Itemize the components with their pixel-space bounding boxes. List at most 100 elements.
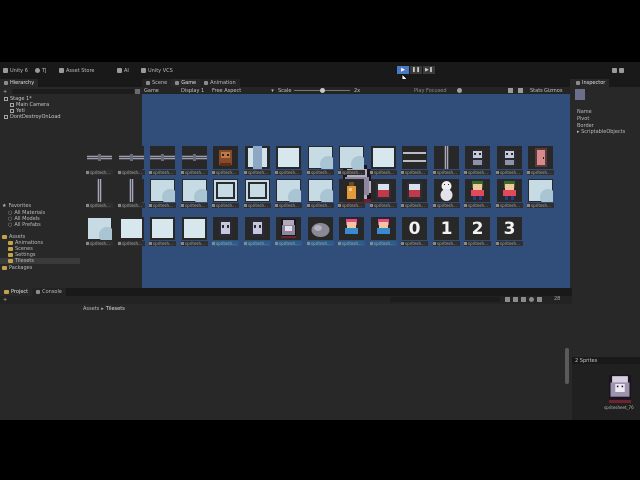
label-icon[interactable] [513, 297, 518, 302]
breadcrumb-tilesets[interactable]: Tilesets [106, 306, 125, 312]
scale-slider-handle[interactable] [320, 88, 325, 93]
sprite-icon [181, 204, 184, 207]
tab-console[interactable]: Console [32, 288, 66, 296]
asset-item[interactable]: spritesh... [338, 179, 365, 210]
asset-item[interactable]: spritesh... [275, 217, 302, 248]
tab-game[interactable]: Game [171, 79, 201, 87]
display-dropdown[interactable]: Display 1 [181, 88, 204, 94]
mode-dropdown[interactable]: Game [144, 88, 159, 94]
asset-item[interactable]: 0 spritesh... [401, 217, 428, 248]
asset-item[interactable]: spritesh... [527, 146, 554, 177]
tab-project[interactable]: Project [0, 288, 33, 296]
asset-item[interactable]: spritesh... [86, 217, 113, 248]
scriptable-objects-foldout[interactable]: ▸ ScriptableObjects [577, 129, 637, 135]
asset-item[interactable]: spritesh... [496, 146, 523, 177]
asset-grid-scrollbar[interactable] [565, 348, 569, 384]
tree-item[interactable]: ★ Favorites [0, 203, 80, 209]
asset-item[interactable]: spritesh... [149, 217, 176, 248]
asset-item[interactable]: spritesh... [307, 146, 334, 177]
gizmos-dropdown[interactable]: Gizmos [544, 88, 562, 94]
asset-item[interactable]: spritesh... [244, 179, 271, 210]
hierarchy-item[interactable]: DontDestroyOnLoad [0, 114, 142, 120]
stats-button[interactable]: Stats [530, 88, 543, 94]
tree-item[interactable]: Tilesets [0, 258, 80, 264]
hierarchy-search-input[interactable] [12, 89, 134, 94]
asset-item[interactable]: spritesh... [181, 146, 208, 177]
asset-item[interactable]: spritesh... [401, 146, 428, 177]
speaker-icon[interactable] [508, 88, 513, 93]
tab-animation[interactable]: Animation [200, 79, 240, 87]
user-button[interactable]: TJ [35, 67, 47, 74]
step-button[interactable]: ▶❚ [423, 66, 435, 74]
asset-item[interactable]: spritesh... [370, 217, 397, 248]
pause-button[interactable]: ❚❚ [410, 66, 422, 74]
play-focused-dropdown[interactable]: Play Focused [414, 88, 447, 94]
asset-item[interactable]: spritesh... [212, 179, 239, 210]
asset-store-button[interactable]: Asset Store [59, 67, 94, 74]
asset-item[interactable]: spritesh... [433, 146, 460, 177]
asset-item[interactable]: spritesh... [307, 179, 334, 210]
account-button[interactable]: Unity 6 [3, 67, 28, 74]
asset-item[interactable]: spritesh... [338, 146, 365, 177]
search-icon[interactable] [135, 89, 140, 94]
asset-item[interactable]: spritesh... [433, 179, 460, 210]
ai-button[interactable]: AI [117, 67, 129, 74]
tab-hierarchy[interactable]: Hierarchy [0, 79, 39, 87]
asset-item[interactable]: spritesh... [275, 146, 302, 177]
asset-item[interactable]: spritesh... [244, 217, 271, 248]
sprite-thumbnail [376, 182, 391, 199]
layers-button[interactable] [612, 67, 624, 74]
tree-item[interactable]: ○ All Prefabs [0, 222, 80, 228]
asset-item[interactable]: spritesh... [464, 146, 491, 177]
asset-item[interactable]: spritesh... [212, 146, 239, 177]
asset-item[interactable]: spritesh... [370, 146, 397, 177]
asset-item[interactable]: spritesh... [401, 179, 428, 210]
aspect-dropdown[interactable]: Free Aspect ▾ [212, 88, 274, 94]
tree-item[interactable]: Packages [0, 265, 80, 271]
asset-item[interactable]: spritesh... [118, 217, 145, 248]
star-icon[interactable] [537, 297, 542, 302]
asset-item[interactable]: spritesh... [307, 217, 334, 248]
asset-caption: spritesh... [90, 170, 110, 175]
add-icon[interactable]: + [3, 89, 9, 95]
asset-item[interactable]: spritesh... [181, 217, 208, 248]
asset-item[interactable]: spritesh... [149, 146, 176, 177]
sprite-icon [86, 204, 89, 207]
add-icon[interactable]: + [3, 297, 9, 303]
shortcut-icon[interactable] [518, 88, 523, 93]
asset-item[interactable]: spritesh... [118, 146, 145, 177]
scale-slider[interactable] [294, 87, 350, 94]
asset-item[interactable]: spritesh... [370, 179, 397, 210]
sprite-thumbnail [150, 154, 175, 161]
filter-icon[interactable] [505, 297, 510, 302]
asset-item[interactable]: spritesh... [275, 179, 302, 210]
asset-item[interactable]: spritesh... [118, 179, 145, 210]
tab-inspector[interactable]: Inspector [572, 79, 610, 87]
asset-item[interactable]: 1 spritesh... [433, 217, 460, 248]
asset-item[interactable]: spritesh... [464, 179, 491, 210]
asset-caption: spritesh... [374, 170, 394, 175]
project-search-input[interactable] [390, 297, 500, 302]
asset-item[interactable]: spritesh... [149, 179, 176, 210]
play-button[interactable]: ▶ [397, 66, 409, 74]
asset-item[interactable]: 3 spritesh... [496, 217, 523, 248]
asset-caption: spritesh... [279, 203, 299, 208]
asset-item[interactable]: spritesh... [338, 217, 365, 248]
asset-item[interactable]: spritesh... [527, 179, 554, 210]
asset-item[interactable]: spritesh... [181, 179, 208, 210]
asset-item[interactable]: spritesh... [86, 146, 113, 177]
visibility-icon[interactable] [529, 297, 534, 302]
asset-item[interactable]: spritesh... [212, 217, 239, 248]
type-icon[interactable] [521, 297, 526, 302]
asset-caption: spritesh... [248, 203, 268, 208]
mute-icon[interactable] [457, 88, 462, 93]
sprite-icon [275, 242, 278, 245]
vcs-button[interactable]: Unity VCS [141, 67, 173, 74]
breadcrumb-assets[interactable]: Assets [83, 306, 99, 312]
sprite-icon [433, 242, 436, 245]
asset-item[interactable]: spritesh... [86, 179, 113, 210]
asset-item[interactable]: spritesh... [496, 179, 523, 210]
asset-item[interactable]: 2 spritesh... [464, 217, 491, 248]
asset-item[interactable]: spritesh... [244, 146, 271, 177]
tab-scene[interactable]: Scene [142, 79, 172, 87]
